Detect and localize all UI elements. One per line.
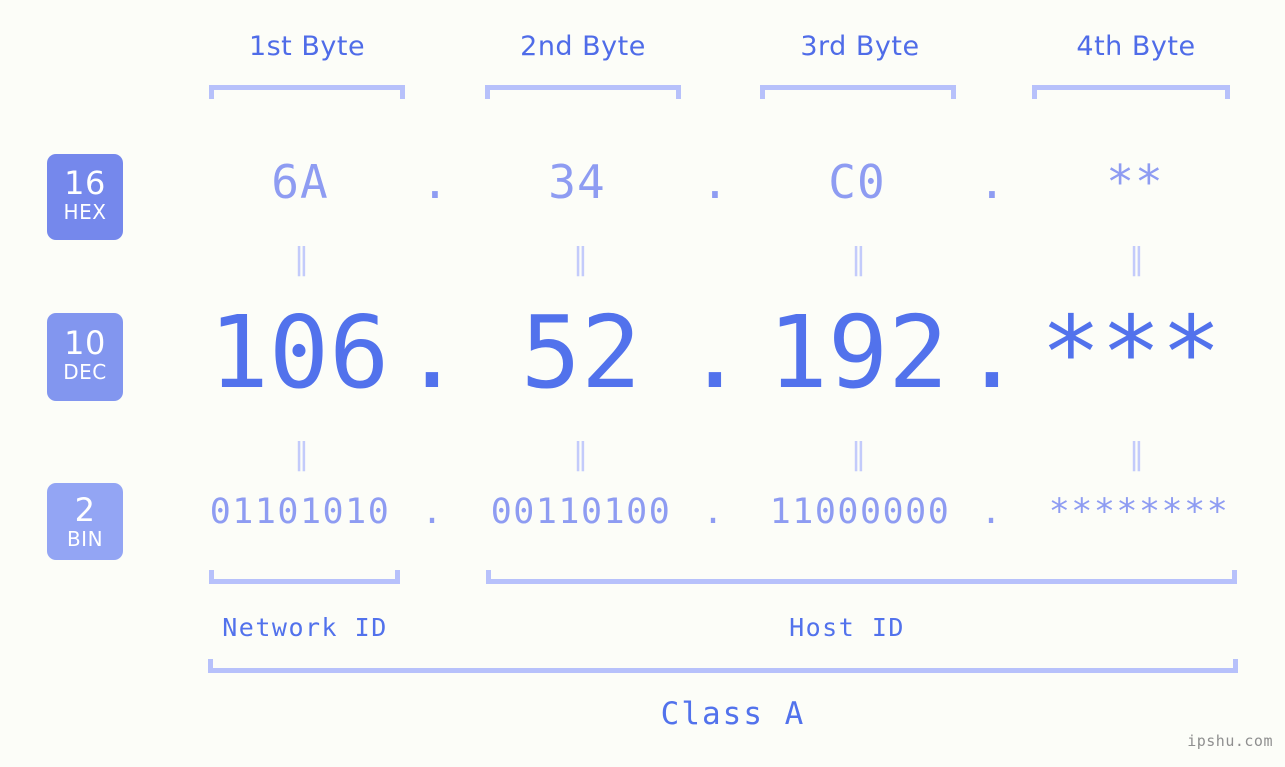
dec-dot-1: . [401,294,463,411]
host-id-label: Host ID [789,613,905,642]
base-badge-dec-number: 10 [64,324,106,362]
site-watermark: ipshu.com [1187,732,1273,750]
equality-separator-hex-dec-3: ‖ [851,242,866,277]
equality-separator-dec-bin-3: ‖ [851,437,866,472]
base-badge-bin-label: BIN [66,527,104,551]
base-badge-hex-label: HEX [63,200,107,224]
equality-separator-hex-dec-1: ‖ [294,242,309,277]
equality-separator-dec-bin-1: ‖ [294,437,309,472]
byte-header-2: 2nd Byte [520,31,646,62]
dec-octet-3: 192 [767,294,949,411]
base-badge-bin: 2 BIN [47,483,123,560]
base-badge-hex: 16 HEX [47,154,123,240]
class-label: Class A [660,696,806,732]
equality-separator-dec-bin-2: ‖ [573,437,588,472]
dec-octet-4: *** [1040,294,1222,411]
host-id-bracket [486,570,1237,584]
equality-separator-hex-dec-4: ‖ [1129,242,1144,277]
hex-dot-1: . [421,155,449,209]
bin-octet-2: 00110100 [490,492,672,532]
network-id-label: Network ID [222,613,388,642]
hex-dot-2: . [701,155,729,209]
network-id-bracket [209,570,400,584]
bin-octet-1: 01101010 [209,492,391,532]
byte-bracket-1 [209,85,405,99]
equality-separator-dec-bin-4: ‖ [1129,437,1144,472]
bin-dot-1: . [421,492,443,532]
hex-octet-1: 6A [271,155,329,209]
byte-header-4: 4th Byte [1076,31,1196,62]
byte-header-1: 1st Byte [248,31,366,62]
base-badge-dec-label: DEC [63,360,107,384]
hex-octet-4: ** [1106,155,1164,209]
bin-octet-4: ******** [1048,492,1230,532]
bin-dot-3: . [980,492,1002,532]
byte-header-3: 3rd Byte [800,31,920,62]
hex-octet-3: C0 [828,155,886,209]
equality-separator-hex-dec-2: ‖ [573,242,588,277]
byte-bracket-4 [1032,85,1230,99]
byte-bracket-2 [485,85,681,99]
hex-octet-2: 34 [548,155,606,209]
class-bracket [208,659,1238,673]
base-badge-dec: 10 DEC [47,313,123,401]
byte-bracket-3 [760,85,956,99]
base-badge-hex-number: 16 [64,164,106,202]
hex-dot-3: . [978,155,1006,209]
bin-dot-2: . [702,492,724,532]
dec-octet-1: 106 [208,294,390,411]
base-badge-bin-number: 2 [74,491,96,529]
ip-breakdown-diagram: 1st Byte 2nd Byte 3rd Byte 4th Byte 16 H… [0,0,1285,767]
bin-octet-3: 11000000 [769,492,951,532]
dec-octet-2: 52 [520,294,642,411]
dec-dot-2: . [684,294,746,411]
